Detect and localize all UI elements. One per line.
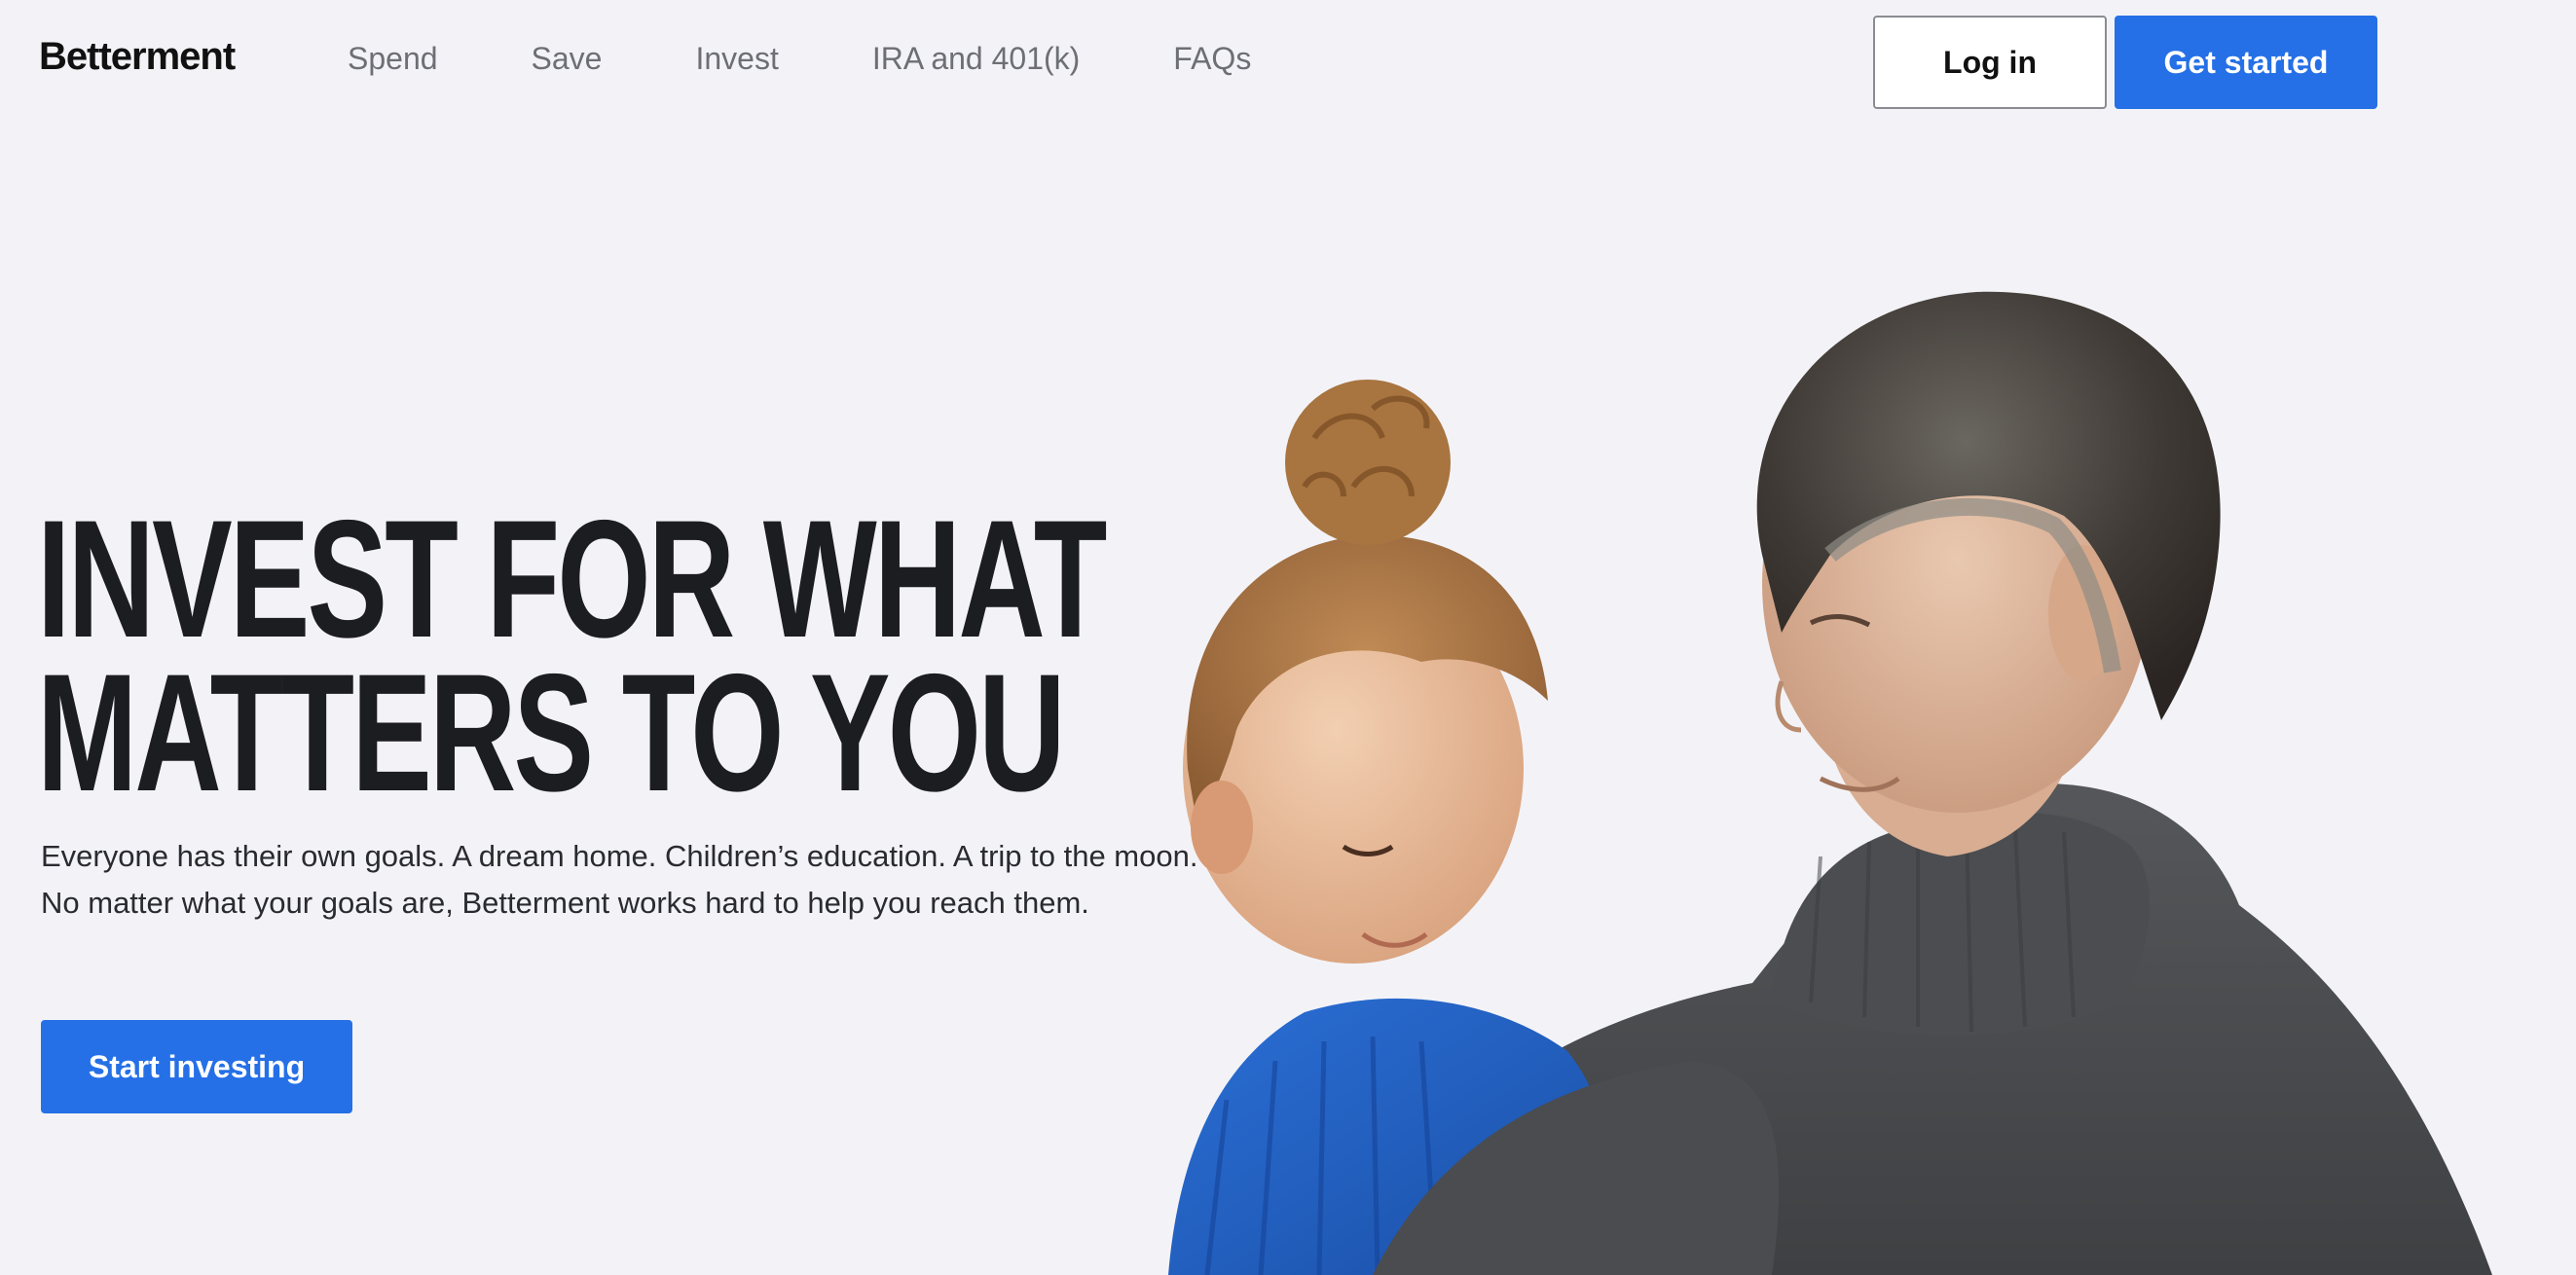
- hero-title-line-1: INVEST FOR WHAT: [37, 486, 1107, 673]
- nav-item-spend[interactable]: Spend: [348, 41, 438, 77]
- hero-title-line-2: MATTERS TO YOU: [37, 639, 1066, 826]
- get-started-button[interactable]: Get started: [2115, 16, 2377, 109]
- start-investing-button[interactable]: Start investing: [41, 1020, 352, 1113]
- nav-item-faqs[interactable]: FAQs: [1173, 41, 1251, 77]
- betterment-logo[interactable]: Betterment: [39, 35, 236, 79]
- nav-item-save[interactable]: Save: [532, 41, 603, 77]
- hero-title: INVEST FOR WHAT MATTERS TO YOU: [37, 486, 1107, 826]
- father-and-child-photo: [1168, 291, 2492, 1275]
- log-in-button[interactable]: Log in: [1873, 16, 2107, 109]
- nav-item-invest[interactable]: Invest: [695, 41, 778, 77]
- page: Betterment Spend Save Invest IRA and 401…: [0, 0, 2576, 1275]
- main-nav: Spend Save Invest IRA and 401(k) FAQs: [348, 41, 1344, 77]
- nav-item-ira-401k[interactable]: IRA and 401(k): [872, 41, 1080, 77]
- hero-subtitle: Everyone has their own goals. A dream ho…: [41, 839, 1198, 920]
